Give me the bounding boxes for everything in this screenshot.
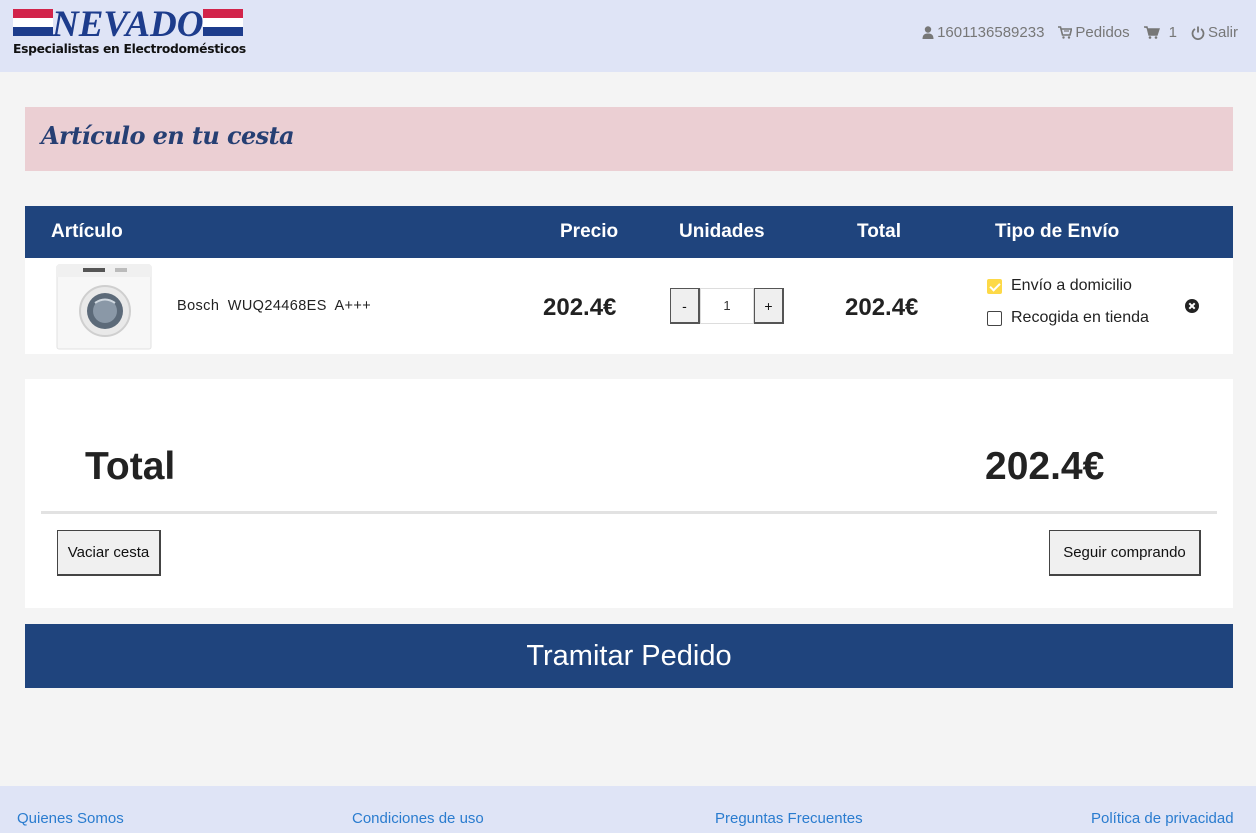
shipping-pickup-label: Recogida en tienda — [1011, 309, 1149, 326]
logo-flag-left — [13, 9, 53, 37]
cart-list-icon — [1058, 26, 1073, 39]
shipping-home-option[interactable]: Envío a domicilio — [987, 277, 1132, 295]
cart-banner: Artículo en tu cesta — [25, 107, 1233, 171]
cart-item-row: Bosch WUQ24468ES A+++ 202.4€ - 1 + 202.4… — [25, 258, 1233, 354]
footer: Quienes Somos Condiciones de uso Pregunt… — [0, 786, 1256, 833]
header-article: Artículo — [51, 221, 123, 242]
quantity-input[interactable]: 1 — [700, 288, 754, 324]
shipping-home-checkbox[interactable] — [987, 278, 1002, 294]
total-label: Total — [85, 445, 176, 488]
header-total: Total — [857, 221, 901, 242]
footer-link-terms[interactable]: Condiciones de uso — [352, 810, 484, 827]
cart-link[interactable]: 1 — [1143, 24, 1177, 41]
checkout-button[interactable]: Tramitar Pedido — [25, 624, 1233, 688]
order-summary: Total 202.4€ Vaciar cesta Seguir compran… — [25, 379, 1233, 608]
footer-link-privacy[interactable]: Política de privacidad — [1091, 810, 1234, 827]
logout-link[interactable]: Salir — [1191, 24, 1238, 41]
total-value: 202.4€ — [985, 445, 1105, 488]
top-header: NEVADO Especialistas en Electrodoméstico… — [0, 0, 1256, 72]
shipping-home-label: Envío a domicilio — [1011, 277, 1132, 294]
footer-link-faq[interactable]: Preguntas Frecuentes — [715, 810, 863, 827]
cart-count: 1 — [1168, 24, 1177, 41]
row-total: 202.4€ — [845, 294, 919, 321]
user-icon — [922, 26, 934, 39]
orders-link[interactable]: Pedidos — [1058, 24, 1130, 41]
empty-cart-button[interactable]: Vaciar cesta — [57, 530, 161, 576]
remove-item-icon[interactable] — [1185, 299, 1199, 313]
logo-flag-right — [203, 9, 243, 37]
orders-label: Pedidos — [1075, 24, 1130, 41]
shopping-cart-icon — [1143, 26, 1160, 39]
washing-machine-icon[interactable] — [55, 263, 153, 351]
logout-label: Salir — [1207, 24, 1238, 41]
power-icon — [1191, 26, 1205, 40]
quantity-decrease-button[interactable]: - — [670, 288, 700, 324]
cart-table-header: Artículo Precio Unidades Total Tipo de E… — [25, 206, 1233, 258]
shipping-pickup-option[interactable]: Recogida en tienda — [987, 309, 1149, 327]
logo-wordmark: NEVADO — [52, 4, 204, 45]
user-nav: 1601136589233 Pedidos 1 Salir — [922, 24, 1238, 41]
header-price: Precio — [560, 221, 619, 242]
header-shipping: Tipo de Envío — [995, 221, 1120, 242]
quantity-increase-button[interactable]: + — [754, 288, 784, 324]
footer-link-about[interactable]: Quienes Somos — [17, 810, 124, 827]
shipping-pickup-checkbox[interactable] — [987, 310, 1002, 326]
header-units: Unidades — [679, 221, 765, 242]
user-account-link[interactable]: 1601136589233 — [922, 24, 1044, 41]
user-id-text: 1601136589233 — [937, 24, 1045, 41]
unit-price: 202.4€ — [543, 294, 617, 321]
page-title: Artículo en tu cesta — [41, 121, 295, 150]
summary-divider — [41, 511, 1217, 514]
logo-tagline: Especialistas en Electrodomésticos — [13, 42, 246, 56]
continue-shopping-button[interactable]: Seguir comprando — [1049, 530, 1201, 576]
brand-logo[interactable]: NEVADO Especialistas en Electrodoméstico… — [12, 4, 246, 59]
product-name[interactable]: Bosch WUQ24468ES A+++ — [177, 298, 371, 314]
